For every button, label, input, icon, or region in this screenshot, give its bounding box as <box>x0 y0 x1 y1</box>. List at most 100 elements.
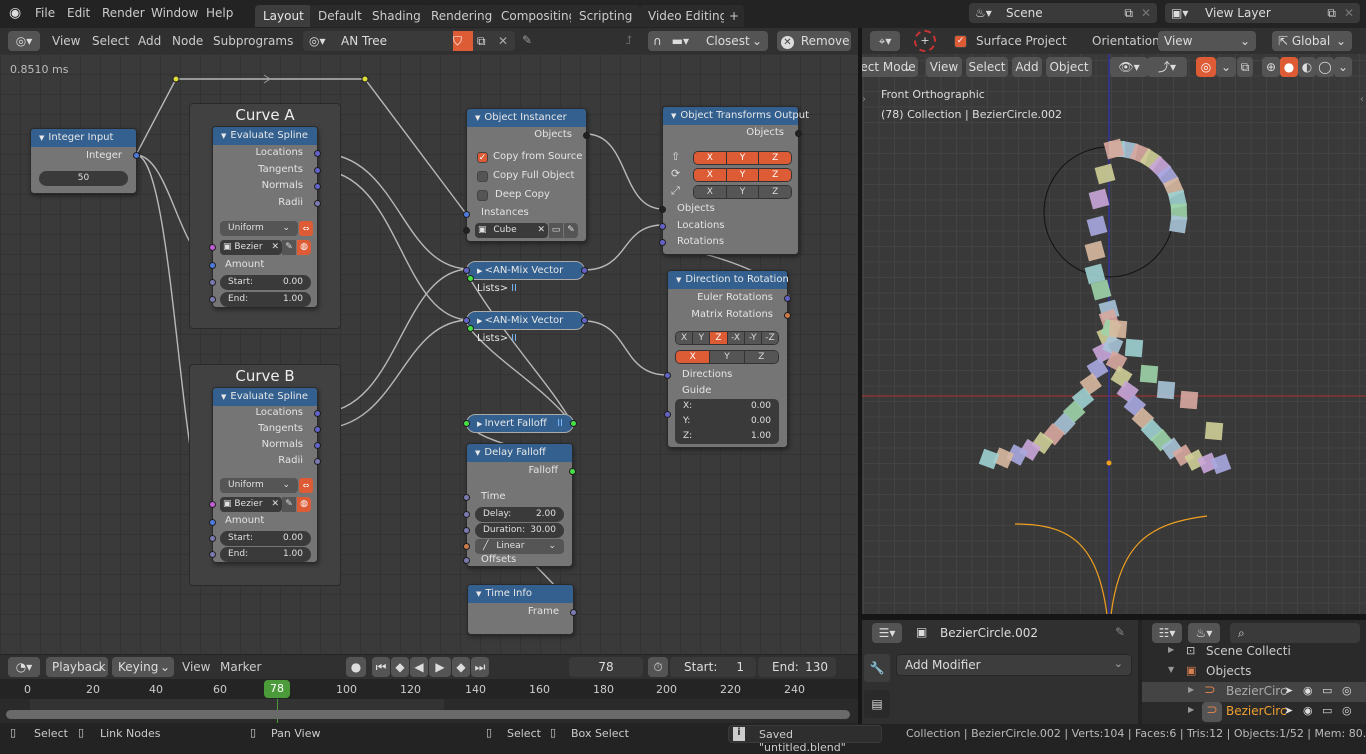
socket-delay-input[interactable] <box>463 511 470 518</box>
play-icon[interactable]: ▶ <box>429 657 451 677</box>
tab-default[interactable]: Default <box>310 5 370 27</box>
rotation-z-toggle[interactable]: Z <box>759 169 791 181</box>
current-frame-field[interactable]: 78 <box>569 657 643 677</box>
mix-vector-lists-node-2[interactable]: ▶ <AN-Mix Vector Lists> II <box>463 311 588 344</box>
menu-file[interactable]: File <box>35 6 55 20</box>
select-arrow-icon[interactable]: ➤ <box>1284 704 1293 717</box>
outliner-row-scene-collection[interactable]: ▶ ⊡ Scene Collecti <box>1142 642 1366 662</box>
eye-icon[interactable]: ◉ <box>1303 684 1313 697</box>
parameter-mode-dropdown[interactable]: Uniform ⌄ <box>220 221 298 236</box>
pin-icon[interactable]: ✎ <box>522 33 532 47</box>
expand-icon[interactable]: ▶ <box>477 420 485 428</box>
track-axis-z[interactable]: Z <box>710 332 728 344</box>
node-header[interactable]: ▼ Delay Falloff <box>467 444 572 462</box>
eyedropper-icon[interactable]: ✎ <box>282 240 296 255</box>
location-x-toggle[interactable]: X <box>694 152 727 164</box>
socket-falloff-output[interactable] <box>569 468 576 475</box>
socket-duration-input[interactable] <box>463 527 470 534</box>
location-axis-toggle[interactable]: XYZ <box>693 151 792 165</box>
fake-user-shield-icon[interactable]: ⛉ <box>453 31 473 51</box>
end-field[interactable]: End: 1.00 <box>220 292 311 307</box>
socket-directions-input[interactable] <box>664 372 671 379</box>
collapse-icon[interactable]: ▼ <box>221 132 226 140</box>
socket-objects-output[interactable] <box>583 132 590 139</box>
tab-video-editing[interactable]: Video Editing <box>640 5 736 27</box>
record-icon[interactable]: ● <box>346 657 366 677</box>
socket-source-input[interactable] <box>463 227 470 234</box>
node-header[interactable]: ▼ Evaluate Spline <box>213 127 317 145</box>
copy-icon[interactable]: ⧉ <box>1327 3 1336 23</box>
mix-vector-lists-node-1[interactable]: ▶ <AN-Mix Vector Lists> II <box>463 261 588 294</box>
keying-menu[interactable]: Keying ⌄ <box>112 657 174 677</box>
copy-from-source-checkbox[interactable]: ✓ <box>477 152 488 163</box>
socket-amount-input[interactable] <box>209 262 216 269</box>
collapse-icon[interactable]: ▼ <box>671 112 676 120</box>
display-icon[interactable]: ▭ <box>549 223 563 238</box>
parent-tree-icon[interactable]: ⮥ <box>625 33 632 48</box>
surface-project-checkbox[interactable]: ✓ <box>954 35 967 48</box>
socket-locations-output[interactable] <box>314 150 321 157</box>
socket-integer-output[interactable] <box>133 152 140 159</box>
rotation-x-toggle[interactable]: X <box>694 169 727 181</box>
global-space-icon[interactable]: ◍ <box>297 240 311 255</box>
sidebar-toggle-icon[interactable]: ‹ <box>1360 94 1364 105</box>
socket-spline-input[interactable] <box>209 244 216 251</box>
clear-icon[interactable]: ✕ <box>271 497 279 512</box>
expand-icon[interactable]: ▶ <box>1188 705 1194 714</box>
rotation-axis-toggle[interactable]: XYZ <box>693 168 792 182</box>
menu-help[interactable]: Help <box>206 6 233 20</box>
start-field[interactable]: Start: 0.00 <box>220 275 311 290</box>
tab-rendering[interactable]: Rendering <box>423 5 501 27</box>
socket-normals-output[interactable] <box>314 442 321 449</box>
socket-factor-input[interactable] <box>467 325 474 332</box>
node-header[interactable]: ▼ Object Instancer <box>467 109 586 127</box>
eyedropper-icon[interactable]: ✎ <box>564 223 578 238</box>
track-axis-selector[interactable]: X Y Z -X -Y -Z <box>675 331 779 345</box>
properties-editor-type[interactable]: ☰▾ <box>872 623 902 643</box>
guide-y-field[interactable]: Y: 0.00 <box>675 414 779 429</box>
menu-window[interactable]: Window <box>151 6 198 20</box>
track-axis-x[interactable]: X <box>676 332 694 344</box>
integer-input-node[interactable]: ▼ Integer Input Integer 50 <box>30 128 140 194</box>
snap-element-icon[interactable]: ▬▾ <box>672 34 689 48</box>
evaluation-range-icon[interactable]: ⇔ <box>299 221 313 236</box>
expand-icon[interactable]: ▶ <box>477 317 485 325</box>
collapse-icon[interactable]: ▼ <box>476 590 481 598</box>
collapse-icon[interactable]: ▼ <box>39 134 44 142</box>
socket-frame-output[interactable] <box>570 609 577 616</box>
guide-z-field[interactable]: Z: 1.00 <box>675 429 779 444</box>
menu-render[interactable]: Render <box>102 6 145 20</box>
menu-view[interactable]: View <box>182 660 210 674</box>
menu-edit[interactable]: Edit <box>67 6 90 20</box>
menu-subprograms[interactable]: Subprograms <box>213 34 293 48</box>
track-axis-neg-x[interactable]: -X <box>727 332 745 344</box>
tab-layout[interactable]: Layout <box>255 5 312 27</box>
menu-add[interactable]: Add <box>138 34 161 48</box>
collapse-icon[interactable]: ▼ <box>676 276 681 284</box>
evaluation-range-icon[interactable]: ⇔ <box>299 478 313 493</box>
collapse-icon[interactable]: ▼ <box>475 114 480 122</box>
socket-factor-input[interactable] <box>467 275 474 282</box>
guide-x-field[interactable]: X: 0.00 <box>675 399 779 414</box>
frame-ruler[interactable]: 0 20 40 60 100 120 140 160 180 200 220 2… <box>0 679 858 699</box>
node-editor-canvas[interactable]: 0.8510 ms ▼ Integer Input Integer 50 Cur… <box>0 54 858 654</box>
node-header[interactable]: ▼ Evaluate Spline <box>213 388 317 406</box>
expand-icon[interactable]: ▶ <box>477 267 485 275</box>
time-info-node[interactable]: ▼ Time Info Frame <box>467 584 577 635</box>
node-header[interactable]: ▼ Direction to Rotation <box>668 271 789 289</box>
socket-start-input[interactable] <box>209 535 216 542</box>
view-layer-selector[interactable]: ▣▾ View Layer ⧉ ✕ <box>1165 3 1360 23</box>
stopwatch-icon[interactable]: ⏱ <box>648 657 668 677</box>
jump-start-icon[interactable]: ⏮ <box>372 657 390 677</box>
track-axis-neg-y[interactable]: -Y <box>744 332 762 344</box>
delay-field[interactable]: Delay: 2.00 <box>475 507 564 522</box>
select-arrow-icon[interactable]: ➤ <box>1284 684 1293 697</box>
orientation-dropdown[interactable]: View ⌄ <box>1158 31 1256 51</box>
socket-locations-output[interactable] <box>314 410 321 417</box>
snap-controls[interactable]: ∩ ▬▾ Closest ⌄ <box>648 31 768 51</box>
menu-marker[interactable]: Marker <box>220 660 261 674</box>
node-tree-selector[interactable]: ◎▾ AN Tree ⛉ ⧉ ✕ <box>303 31 515 51</box>
node-header[interactable]: ▼ Time Info <box>468 585 573 603</box>
report-message[interactable]: i Saved "untitled.blend" <box>728 725 882 754</box>
rotation-y-toggle[interactable]: Y <box>726 169 760 181</box>
